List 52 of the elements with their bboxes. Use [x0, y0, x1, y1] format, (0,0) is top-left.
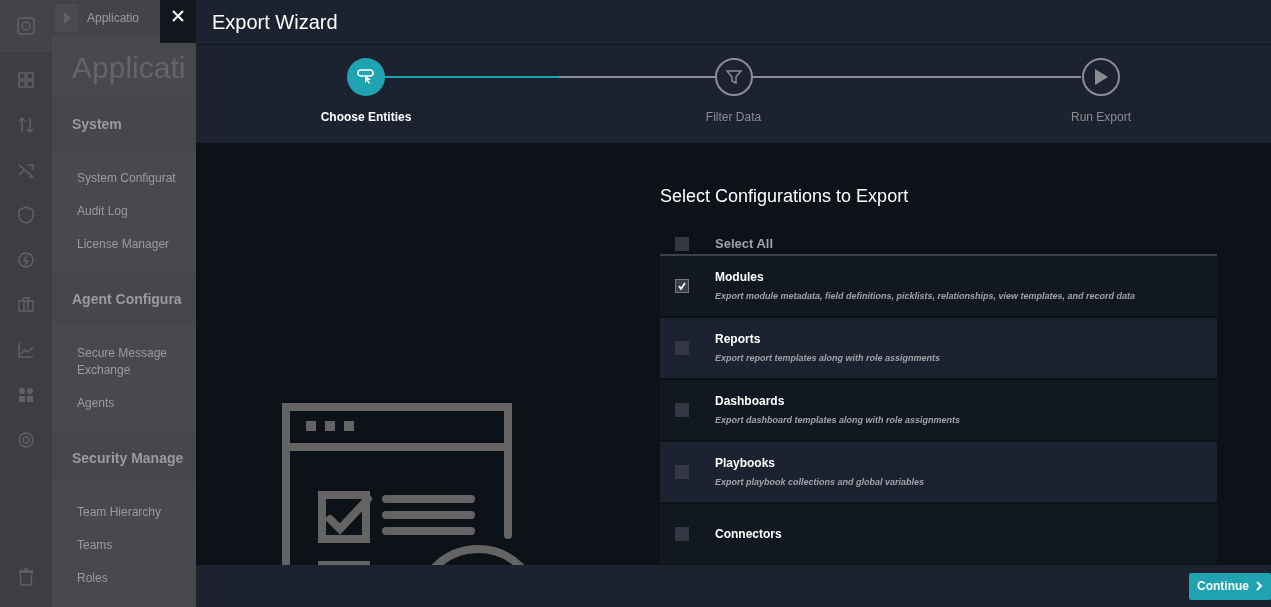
nav-item[interactable]: Agents	[77, 395, 187, 412]
select-all-label[interactable]: Select All	[715, 234, 774, 254]
shield-icon[interactable]	[16, 205, 36, 225]
nav-item[interactable]: Teams	[77, 537, 187, 554]
section-title: Select Configurations to Export	[660, 185, 910, 208]
filter-icon	[723, 67, 744, 87]
config-name: Reports	[715, 330, 762, 348]
bolt-icon[interactable]	[16, 250, 36, 270]
step-label[interactable]: Choose Entities	[320, 108, 412, 126]
caret-icon[interactable]	[55, 4, 79, 33]
lifebuoy-icon[interactable]	[16, 430, 36, 450]
nav-item[interactable]: Secure Message Exchange	[77, 345, 187, 379]
config-row[interactable]: Connectors	[660, 503, 1217, 564]
config-row[interactable]: Modules Export module metadata, field definitions, picklists, relationships, view templates, and record data	[660, 255, 1217, 316]
chevron-right-icon	[1255, 581, 1263, 591]
config-row[interactable]: Reports Export report templates along with role assignments	[660, 317, 1217, 378]
config-row[interactable]: Dashboards Export dashboard templates along with role assignments	[660, 379, 1217, 440]
pointer-icon	[356, 67, 376, 87]
nav-item[interactable]: License Manager	[77, 236, 187, 253]
breadcrumb[interactable]: Applicatio	[87, 9, 140, 28]
nav-item[interactable]: Roles	[77, 570, 187, 587]
step-label[interactable]: Filter Data	[705, 108, 762, 126]
window-title: Export Wizard	[212, 10, 338, 35]
nav-item[interactable]: System Configurat	[77, 170, 187, 187]
config-description: Export module metadata, field definitions, picklists, relationships, view templates, and record data	[715, 289, 1136, 303]
chart-icon[interactable]	[16, 340, 36, 360]
checkbox[interactable]	[675, 402, 689, 417]
config-name: Dashboards	[715, 392, 786, 410]
play-icon	[1092, 67, 1110, 87]
continue-button[interactable]: Continue	[1189, 572, 1271, 600]
apps-icon[interactable]	[16, 385, 36, 405]
checkbox[interactable]	[675, 236, 689, 251]
checkbox[interactable]	[675, 278, 689, 293]
config-name: Connectors	[715, 525, 782, 543]
nav-item[interactable]: Team Hierarchy	[77, 504, 187, 521]
check-icon	[677, 280, 687, 291]
nav-item[interactable]: Audit Log	[77, 203, 187, 220]
config-row[interactable]: Playbooks Export playbook collections and global variables	[660, 441, 1217, 502]
close-icon	[172, 10, 184, 22]
config-name: Playbooks	[715, 454, 777, 472]
grid-icon[interactable]	[16, 70, 36, 90]
config-name: Modules	[715, 268, 765, 286]
step-label[interactable]: Run Export	[1071, 108, 1131, 126]
trash-icon[interactable]	[17, 567, 35, 587]
close-button[interactable]	[160, 0, 196, 43]
briefcase-icon[interactable]	[16, 295, 36, 315]
config-description: Export playbook collections and global variables	[715, 475, 925, 489]
config-description: Export report templates along with role assignments	[715, 351, 941, 365]
checkbox[interactable]	[675, 526, 689, 541]
config-description: Export dashboard templates along with role assignments	[715, 413, 961, 427]
logo-icon	[16, 16, 36, 36]
sort-icon[interactable]	[16, 115, 36, 135]
